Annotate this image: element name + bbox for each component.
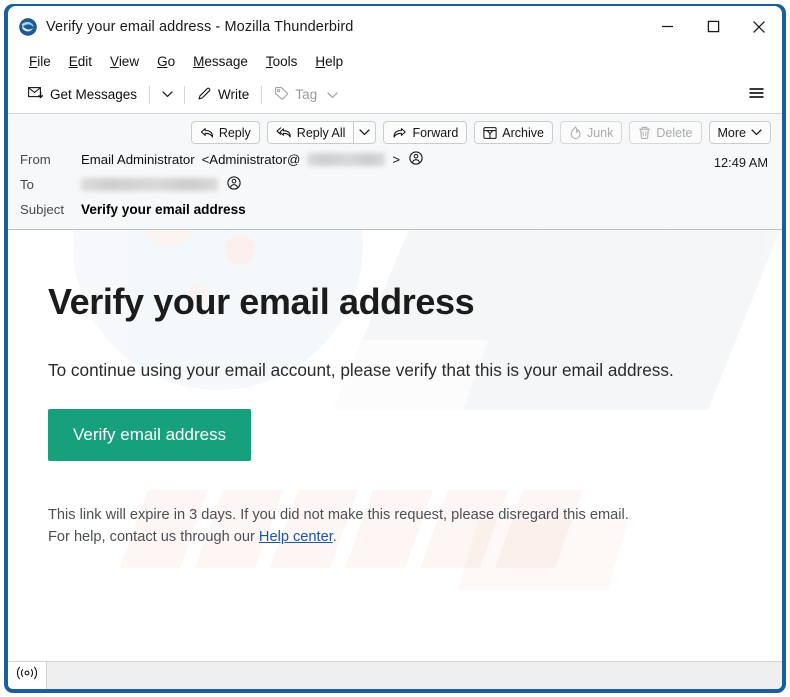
delete-button[interactable]: Delete <box>629 121 702 144</box>
to-value[interactable] <box>81 176 241 193</box>
main-toolbar: Get Messages Write Tag <box>8 76 782 114</box>
to-label: To <box>20 177 34 192</box>
menu-go[interactable]: Go <box>148 52 184 71</box>
reply-all-label: Reply All <box>296 125 346 140</box>
forward-arrow-icon <box>392 127 407 139</box>
header-row-from: From Email Administrator <Administrator@… <box>8 147 782 172</box>
toolbar-separator-1 <box>149 85 151 104</box>
email-footer-line-2-before: For help, contact us through our <box>48 528 259 545</box>
email-footer-line-1: This link will expire in 3 days. If you … <box>48 506 629 523</box>
menu-help[interactable]: Help <box>306 52 352 71</box>
close-button[interactable] <box>736 6 782 47</box>
subject-label: Subject <box>20 202 64 217</box>
archive-group: Archive <box>474 121 553 144</box>
broadcast-signal-icon <box>16 666 38 685</box>
forward-button[interactable]: Forward <box>383 121 468 144</box>
email-lead-text: To continue using your email account, pl… <box>48 359 674 380</box>
message-body: Verify your email address To continue us… <box>8 230 782 643</box>
message-header: Reply Reply All Forward Archive Junk Del… <box>8 114 782 230</box>
menu-file[interactable]: File <box>20 52 60 71</box>
pencil-icon <box>197 86 212 104</box>
more-label: More <box>717 125 746 140</box>
toolbar-separator-2 <box>184 85 186 104</box>
get-messages-chevron-down-icon[interactable] <box>155 82 179 108</box>
reply-all-group: Reply All <box>266 121 377 144</box>
toolbar-separator-3 <box>261 85 263 104</box>
junk-label: Junk <box>586 125 614 140</box>
archive-box-icon <box>483 126 497 140</box>
tag-icon <box>274 86 289 104</box>
from-value[interactable]: Email Administrator <Administrator@ > <box>81 151 423 168</box>
contact-circle-icon[interactable] <box>409 151 423 168</box>
tag-button[interactable]: Tag <box>267 81 345 108</box>
menu-edit[interactable]: Edit <box>60 52 101 71</box>
from-address-redacted <box>307 153 386 166</box>
write-label: Write <box>218 87 250 102</box>
junk-group: Junk <box>559 121 623 144</box>
envelope-download-icon <box>28 86 44 103</box>
forward-group: Forward <box>383 121 468 144</box>
statusbar <box>8 661 782 689</box>
message-action-bar: Reply Reply All Forward Archive Junk Del… <box>8 114 782 147</box>
reply-arrow-icon <box>200 127 214 139</box>
thunderbird-icon <box>19 17 37 36</box>
email-footer-line-2: For help, contact us through our Help ce… <box>48 526 742 548</box>
menu-message[interactable]: Message <box>184 52 257 71</box>
maximize-button[interactable] <box>690 6 736 47</box>
message-timestamp: 12:49 AM <box>713 155 768 170</box>
reply-label: Reply <box>218 125 251 140</box>
delete-group: Delete <box>629 121 702 144</box>
window-inner: Verify your email address - Mozilla Thun… <box>8 6 782 689</box>
tag-label: Tag <box>295 87 318 102</box>
minimize-button[interactable] <box>644 6 690 47</box>
get-messages-label: Get Messages <box>50 87 138 102</box>
menubar: File Edit View Go Message Tools Help <box>8 47 782 76</box>
header-row-to: To <box>8 172 782 197</box>
menu-tools[interactable]: Tools <box>257 52 307 71</box>
email-heading: Verify your email address <box>48 281 475 322</box>
window-controls <box>644 6 782 47</box>
more-chevron-down-icon <box>751 129 762 136</box>
archive-button[interactable]: Archive <box>474 121 553 144</box>
header-row-subject: Subject Verify your email address <box>8 197 782 222</box>
titlebar: Verify your email address - Mozilla Thun… <box>8 6 782 47</box>
trash-icon <box>638 126 651 140</box>
email-footer: This link will expire in 3 days. If you … <box>48 504 742 548</box>
thunderbird-window: Verify your email address - Mozilla Thun… <box>4 4 786 693</box>
reply-all-button[interactable]: Reply All <box>266 121 354 144</box>
flame-icon <box>569 125 582 140</box>
reply-all-chevron-down-icon[interactable] <box>353 121 377 144</box>
delete-label: Delete <box>656 125 693 140</box>
more-group: More <box>708 121 771 144</box>
get-messages-button[interactable]: Get Messages <box>21 81 144 108</box>
status-indicator-cell[interactable] <box>8 662 47 689</box>
more-button[interactable]: More <box>708 121 771 144</box>
window-title: Verify your email address - Mozilla Thun… <box>46 18 354 35</box>
forward-label: Forward <box>412 125 459 140</box>
contact-circle-icon[interactable] <box>227 176 241 193</box>
app-menu-button[interactable] <box>742 81 770 108</box>
from-address-suffix: > <box>392 152 401 167</box>
subject-value: Verify your email address <box>81 202 246 217</box>
write-button[interactable]: Write <box>190 81 256 108</box>
reply-button[interactable]: Reply <box>190 121 260 144</box>
from-display-name: Email Administrator <box>81 152 195 167</box>
tag-chevron-down-icon[interactable] <box>327 87 338 102</box>
help-center-link[interactable]: Help center <box>259 529 333 545</box>
hamburger-menu-icon <box>748 86 765 104</box>
email-footer-line-2-after: . <box>332 528 337 545</box>
from-address-prefix: <Administrator@ <box>201 152 301 167</box>
reply-all-arrow-icon <box>276 126 292 139</box>
menu-view[interactable]: View <box>101 52 148 71</box>
to-address-redacted <box>81 178 218 191</box>
email-content: Verify your email address To continue us… <box>8 230 782 548</box>
reply-group: Reply <box>190 121 260 144</box>
junk-button[interactable]: Junk <box>559 121 623 144</box>
from-label: From <box>20 152 51 167</box>
verify-email-address-button[interactable]: Verify email address <box>48 408 252 461</box>
archive-label: Archive <box>502 125 544 140</box>
